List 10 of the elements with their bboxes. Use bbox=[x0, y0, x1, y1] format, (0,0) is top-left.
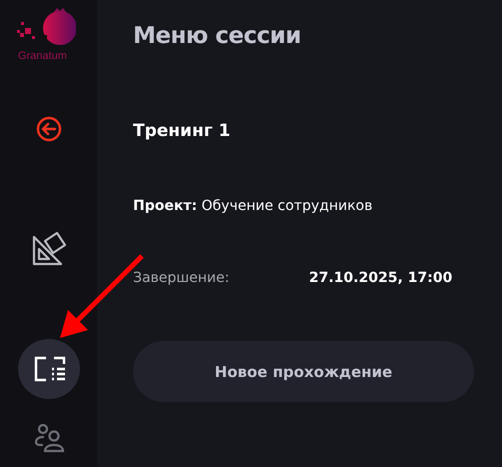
end-label: Завершение: bbox=[133, 270, 230, 286]
end-value: 27.10.2025, 17:00 bbox=[309, 270, 452, 286]
project-label: Проект: bbox=[133, 198, 198, 214]
page-title: Меню сессии bbox=[133, 23, 302, 49]
session-name: Тренинг 1 bbox=[133, 121, 232, 141]
project-value: Обучение сотрудников bbox=[202, 198, 372, 214]
users-icon bbox=[32, 421, 64, 453]
ruler-pencil-icon bbox=[30, 231, 66, 267]
new-attempt-button[interactable]: Новое прохождение bbox=[133, 341, 474, 402]
logo-text: Granatum bbox=[18, 50, 67, 62]
